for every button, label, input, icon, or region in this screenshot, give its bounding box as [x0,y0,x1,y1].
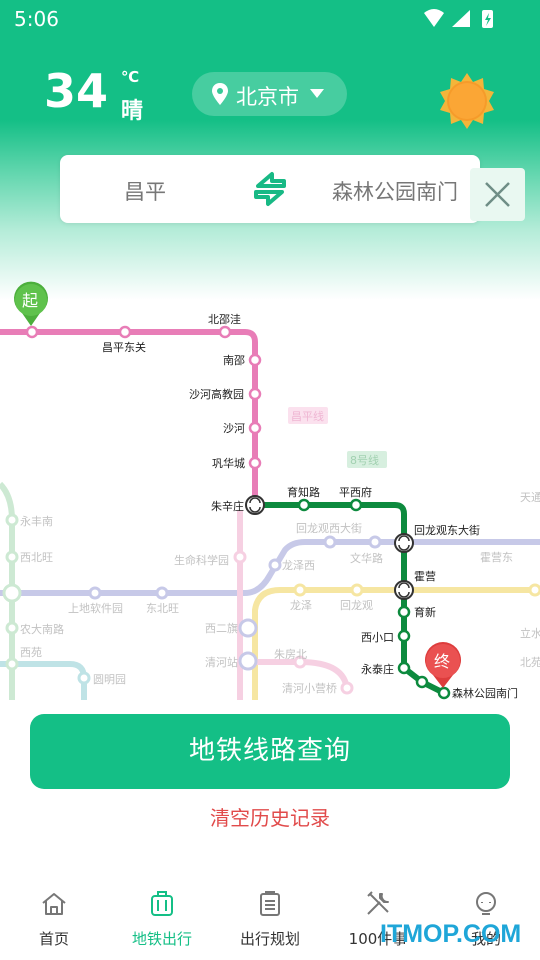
status-bar: 5:06 [0,0,540,38]
temperature-value: 34 [44,64,109,118]
svg-text:昌平线: 昌平线 [291,409,324,423]
city-selector[interactable]: 北京市 [192,72,347,116]
subway-query-button[interactable]: 地铁线路查询 [30,714,510,789]
home-icon [42,893,66,915]
watermark: ITMOP.COM [380,920,522,948]
wifi-icon [424,9,444,27]
interchange-icon [394,533,414,553]
swap-route-icon[interactable] [250,171,290,207]
route-origin[interactable]: 昌平 [124,176,166,206]
location-pin-icon [212,83,228,105]
station-node [397,605,411,619]
station-node [297,498,311,512]
station-node [248,421,262,435]
nav-item-subway[interactable]: 地铁出行 [108,880,216,960]
station-label: 回龙观西大街 [296,521,362,535]
route-card: 昌平 森林公园南门 [60,155,480,223]
station-node [248,387,262,401]
sun-icon [440,73,494,129]
station-label: 北苑 [520,656,540,669]
station-label: 西北旺 [20,551,53,564]
station-label: 朱房北 [274,648,307,661]
status-time: 5:06 [14,7,59,31]
station-node [349,498,363,512]
city-name: 北京市 [236,85,299,109]
station-label: 平西府 [339,485,372,499]
station-label: 育知路 [287,485,320,499]
station-label: 西二旗 [205,621,238,635]
station-label: 西苑 [20,646,42,659]
station-label: 回龙观东大街 [414,523,480,537]
weather-condition: 晴 [121,99,144,124]
station-label: 生命科学园 [174,553,229,567]
station-label: 上地软件园 [68,601,123,615]
station-node [248,456,262,470]
station-label: 清河站 [205,655,238,669]
signal-icon [452,10,470,27]
route-destination[interactable]: 森林公园南门 [332,176,458,206]
station-label: 龙泽 [290,599,312,612]
station-label: 朱辛庄 [211,499,244,513]
station-node [118,325,132,339]
station-label: 西小口 [361,631,394,644]
station-label: 永丰南 [20,514,53,528]
station-label: 昌平东关 [102,340,146,354]
station-label: 农大南路 [20,622,64,636]
station-label: 文华路 [350,551,383,565]
station-label: 育新 [414,605,436,619]
station-node [218,325,232,339]
nav-label: 地铁出行 [131,930,192,948]
station-node [397,661,411,675]
station-label: 圆明园 [93,673,126,686]
suitcase-icon [151,891,173,916]
nav-label: 首页 [38,930,69,948]
close-icon [485,182,510,207]
station-label: 南邵 [223,354,245,367]
temperature-unit: ℃ [121,68,140,86]
svg-text:起: 起 [22,291,38,310]
station-node [25,325,39,339]
station-label: 霍营 [414,569,436,583]
station-label: 巩华城 [212,456,245,470]
station-node [437,686,451,700]
interchange-icon [245,495,265,515]
status-icons [424,9,493,28]
station-label: 东北旺 [146,602,179,615]
station-label: 北邵洼 [208,312,241,326]
station-label: 龙泽西 [282,559,315,572]
start-marker: 起 [14,281,49,326]
nav-item-planning[interactable]: 出行规划 [216,880,324,960]
station-label: 立水 [520,626,540,640]
clipboard-icon [260,891,280,916]
station-label: 清河小营桥 [282,681,337,695]
line-label-line8: 8号线 [347,451,387,468]
clear-history-link[interactable]: 清空历史记录 [0,802,540,831]
interchange-icon [394,580,414,600]
svg-text:8号线: 8号线 [350,453,379,467]
svg-text:终: 终 [434,652,450,671]
station-label: 沙河 [223,422,245,435]
station-label: 沙河高教园 [189,387,244,401]
profile-icon [476,892,496,915]
station-label: 霍营东 [480,550,513,564]
line-label-changping: 昌平线 [288,407,328,424]
clear-route-button[interactable] [470,168,525,221]
chevron-down-icon [310,89,324,98]
station-label: 回龙观 [340,599,373,612]
station-label: 天通 [520,491,540,504]
station-node [248,353,262,367]
tools-icon [367,891,389,915]
metro-map[interactable]: 永丰南 西北旺 农大南路 西苑 圆明园 上地软件园 东北旺 生命科学园 西二旗 … [0,240,540,700]
station-label: 森林公园南门 [452,686,518,700]
changping-line [0,329,258,505]
station-label: 永泰庄 [361,662,394,676]
end-marker: 终 [424,642,461,688]
nav-label: 出行规划 [239,930,300,948]
nav-item-home[interactable]: 首页 [0,880,108,960]
station-node [397,629,411,643]
station-node [415,675,429,689]
